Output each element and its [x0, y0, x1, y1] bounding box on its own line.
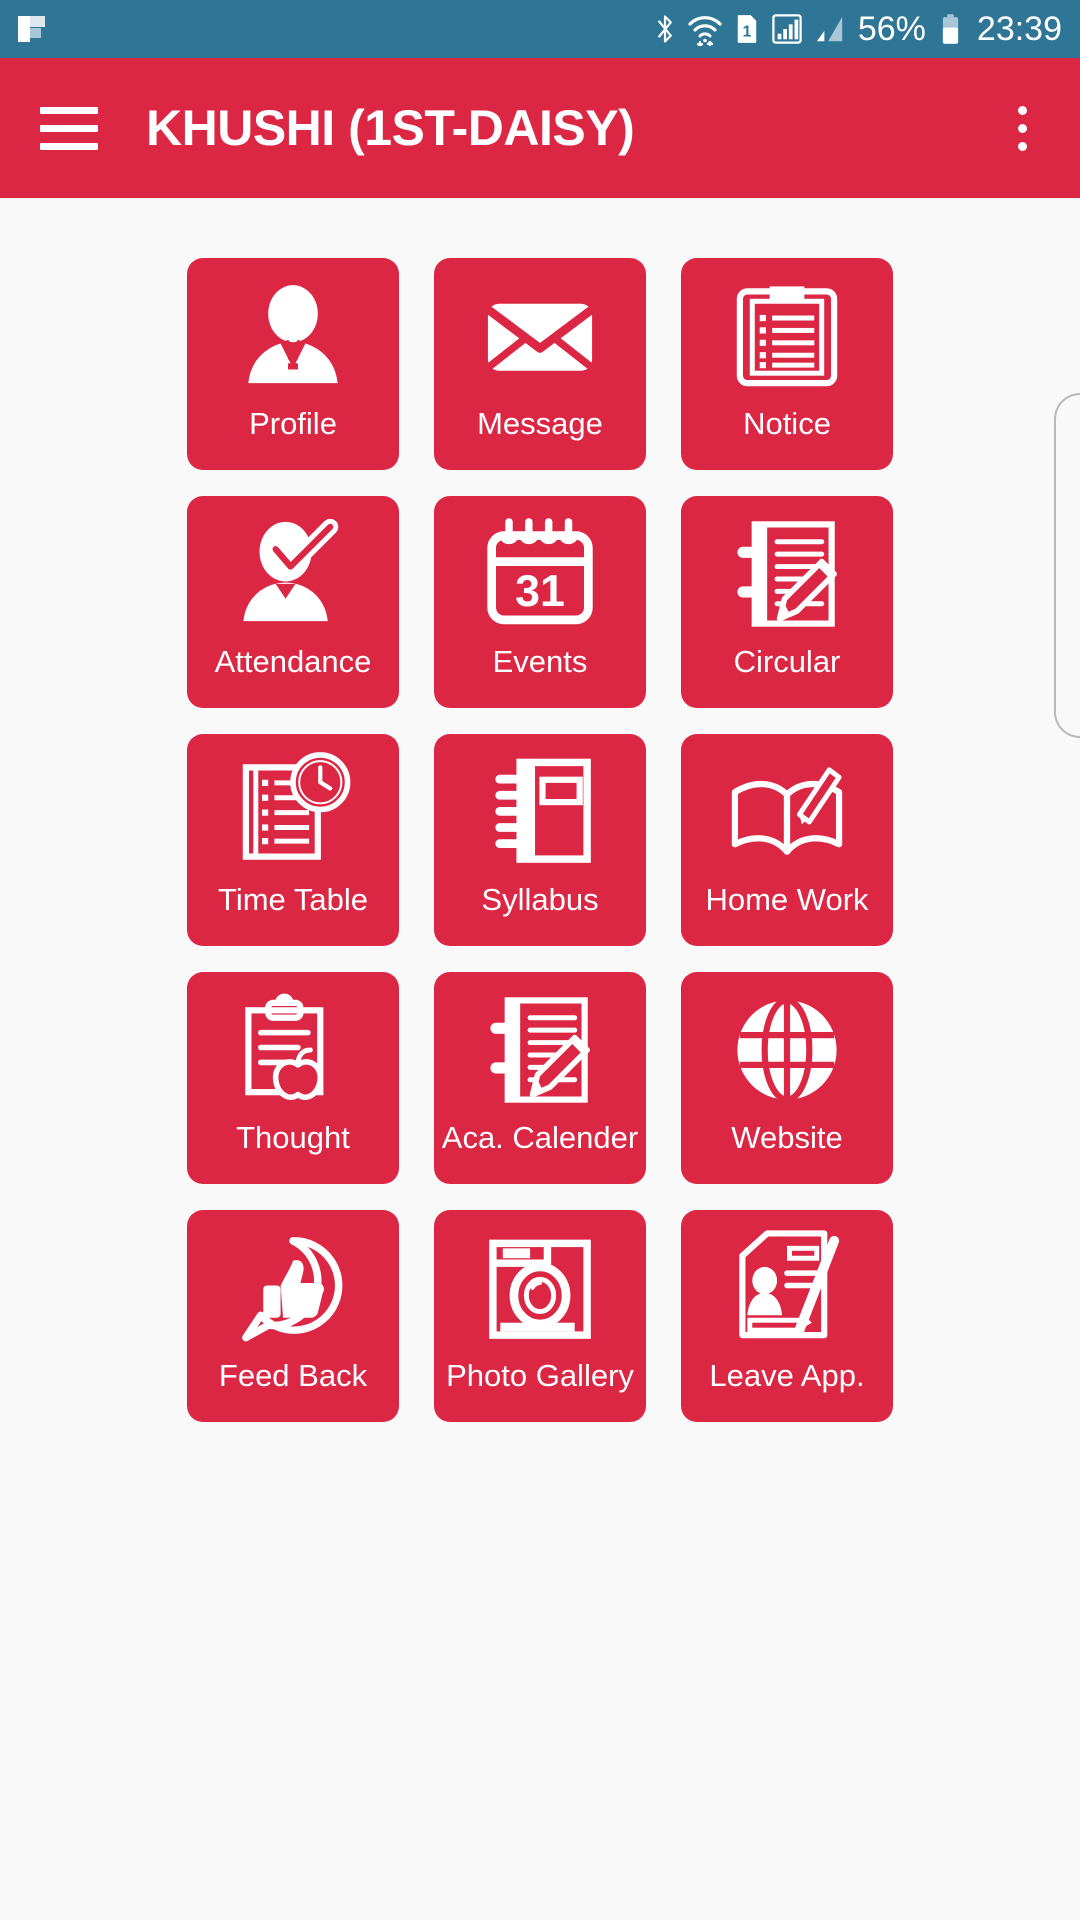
thumbs-up-bubble-icon	[231, 1226, 355, 1350]
tile-photo-gallery[interactable]: Photo Gallery	[434, 1210, 646, 1422]
signal-bars-boxed-icon	[772, 11, 802, 47]
tile-aca-calender[interactable]: Aca. Calender	[434, 972, 646, 1184]
battery-percentage: 56%	[857, 10, 926, 48]
spiral-book-icon	[478, 750, 602, 874]
tile-label: Home Work	[705, 882, 869, 917]
tile-circular[interactable]: Circular	[681, 496, 893, 708]
person-tie-icon	[231, 274, 355, 398]
tile-label: Message	[477, 406, 603, 441]
person-check-icon	[231, 512, 355, 636]
tile-label: Circular	[733, 644, 841, 679]
vertical-scrollbar[interactable]	[1054, 393, 1080, 738]
tile-label: Time Table	[218, 882, 368, 917]
hamburger-menu-icon[interactable]	[40, 99, 102, 157]
tile-label: Leave App.	[709, 1358, 865, 1393]
tile-message[interactable]: Message	[434, 258, 646, 470]
tile-home-work[interactable]: Home Work	[681, 734, 893, 946]
tile-label: Syllabus	[481, 882, 599, 917]
battery-icon	[941, 11, 960, 47]
tile-label: Profile	[249, 406, 337, 441]
svg-text:1: 1	[742, 23, 751, 40]
tile-time-table[interactable]: Time Table	[187, 734, 399, 946]
bluetooth-icon	[655, 11, 675, 47]
tile-thought[interactable]: Thought	[187, 972, 399, 1184]
tile-leave-app[interactable]: Leave App.	[681, 1210, 893, 1422]
list-clock-icon	[231, 750, 355, 874]
camera-icon	[478, 1226, 602, 1350]
tile-label: Thought	[236, 1120, 350, 1155]
status-bar-left	[14, 12, 48, 46]
status-bar: 1 56% 23:39	[0, 0, 1080, 58]
three-dot-overflow-icon[interactable]	[994, 92, 1050, 164]
tile-label: Feed Back	[218, 1358, 368, 1393]
wifi-icon	[688, 11, 722, 47]
calendar-31-icon: 31	[478, 512, 602, 636]
notebook-pencil-icon	[478, 988, 602, 1112]
tile-profile[interactable]: Profile	[187, 258, 399, 470]
app-tile-grid: Profile Message Notice Attendance 31 Eve…	[0, 198, 1080, 1422]
sim-card-1-icon: 1	[735, 11, 759, 47]
clipboard-apple-icon	[231, 988, 355, 1112]
open-book-pencil-icon	[725, 750, 849, 874]
status-bar-clock: 23:39	[976, 10, 1062, 48]
tile-website[interactable]: Website	[681, 972, 893, 1184]
clipboard-list-icon	[725, 274, 849, 398]
globe-icon	[725, 988, 849, 1112]
calendar-day-number: 31	[515, 567, 565, 616]
tile-label: Website	[731, 1120, 843, 1155]
tile-label: Aca. Calender	[441, 1120, 639, 1155]
tile-label: Attendance	[214, 644, 372, 679]
tile-notice[interactable]: Notice	[681, 258, 893, 470]
main-content: Profile Message Notice Attendance 31 Eve…	[0, 198, 1080, 1920]
status-bar-right: 1 56% 23:39	[655, 11, 1062, 47]
tile-attendance[interactable]: Attendance	[187, 496, 399, 708]
tile-feed-back[interactable]: Feed Back	[187, 1210, 399, 1422]
leave-application-icon	[725, 1226, 849, 1350]
app-bar: KHUSHI (1ST-DAISY)	[0, 58, 1080, 198]
page-title: KHUSHI (1ST-DAISY)	[146, 100, 635, 156]
tile-label: Notice	[743, 406, 831, 441]
tile-events[interactable]: 31 Events	[434, 496, 646, 708]
flipboard-notification-icon	[14, 12, 48, 46]
signal-bars-icon	[815, 11, 845, 47]
tile-label: Events	[492, 644, 588, 679]
tile-label: Photo Gallery	[446, 1358, 634, 1393]
tile-syllabus[interactable]: Syllabus	[434, 734, 646, 946]
notebook-pencil-icon	[725, 512, 849, 636]
envelope-icon	[478, 274, 602, 398]
